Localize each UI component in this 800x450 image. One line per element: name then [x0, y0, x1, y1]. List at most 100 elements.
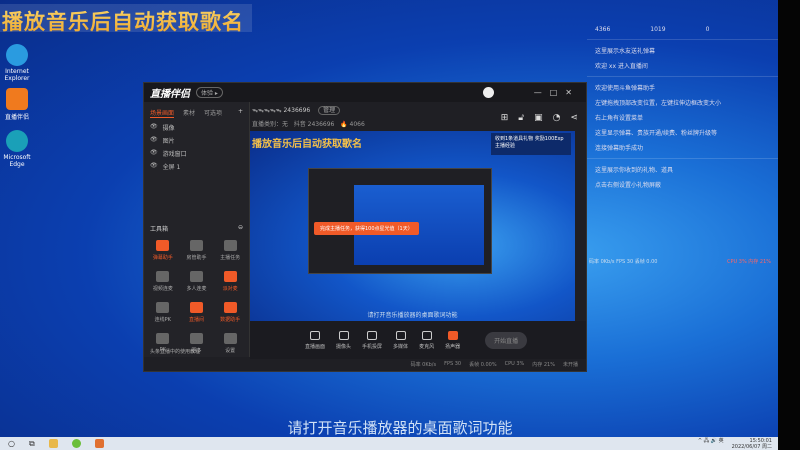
gift-notice: 收到1条道具礼物 奖励100Exp 主播经验: [491, 133, 571, 155]
right-status-left: 码率 0Kb/s FPS 30 丢帧 0.00: [589, 259, 658, 265]
bottom-label: 扬声器: [445, 343, 461, 350]
task-toast: 完成主播任务，获得100点星光值（1天）: [314, 222, 419, 235]
gifts-count: 1019: [650, 26, 666, 33]
live-app-taskbar-icon[interactable]: [94, 439, 104, 448]
tool-item[interactable]: 视频连麦: [146, 271, 180, 292]
scene-item[interactable]: 👁 摄像: [144, 121, 249, 134]
app-logo: 直播伴侣: [150, 89, 190, 100]
more-icon[interactable]: ⊖: [238, 224, 243, 233]
clock-date[interactable]: 2022/06/07 周二: [732, 444, 772, 450]
bell-icon[interactable]: ◔: [553, 113, 561, 123]
tool-item[interactable]: 主播任务: [213, 240, 247, 261]
search-icon[interactable]: ○: [8, 439, 15, 448]
status-item: 内存 21%: [532, 362, 555, 368]
layout-icon[interactable]: ▣: [534, 113, 543, 123]
tool-icon: [223, 302, 237, 313]
tool-icon: [223, 271, 237, 282]
start-live-button[interactable]: 开始直播: [485, 331, 528, 349]
top-right-tools: ⊞ 🔓︎ ▣ ◔ ⋖: [501, 113, 578, 123]
tool-item[interactable]: 数据助手: [213, 302, 247, 323]
eye-icon[interactable]: 👁: [150, 123, 158, 132]
tool-item[interactable]: 派对麦: [213, 271, 247, 292]
bottom-label: 麦克风: [419, 343, 435, 350]
scene-item[interactable]: 👁 游戏窗口: [144, 147, 249, 160]
black-edge: [778, 0, 800, 450]
scene-item[interactable]: 👁 图片: [144, 134, 249, 147]
avatar[interactable]: [482, 87, 494, 98]
danmu-message: 连接弹幕助手成功: [595, 145, 644, 152]
tool-item[interactable]: 多人连麦: [180, 271, 214, 292]
source-icon: [310, 330, 320, 340]
scene-label: 全屏 1: [162, 164, 181, 171]
bottom-button[interactable]: 麦克风: [419, 330, 435, 350]
status-bar: 码率 0Kb/s FPS 30 丢帧 0.00% CPU 3% 内存 21% 未开播: [250, 357, 586, 371]
tool-icon: [189, 302, 203, 313]
tool-icon: [223, 333, 237, 344]
scene-item[interactable]: 👁 全屏 1: [144, 160, 249, 173]
bottom-button[interactable]: 手机投屏: [362, 330, 383, 350]
share-icon[interactable]: ⋖: [570, 113, 578, 123]
tool-icon: [156, 240, 170, 251]
tab-scenes[interactable]: 场景画面: [150, 108, 175, 118]
scene-label: 摄像: [162, 125, 175, 132]
status-item: 未开播: [562, 362, 578, 368]
category-button[interactable]: 直播类别：无: [252, 121, 288, 128]
danmu-message: 左键拖拽顶部改变位置，左键拉伸边框改变大小: [595, 100, 722, 107]
tab-options[interactable]: 可选项: [204, 108, 222, 118]
status-item: FPS 30: [444, 361, 462, 367]
source-icon: [367, 330, 378, 340]
ie-icon: [6, 44, 28, 66]
icon-label: Internet Explorer: [4, 68, 30, 82]
gift-icon[interactable]: ⊞: [501, 113, 509, 123]
icon-label: Microsoft Edge: [3, 154, 31, 168]
scene-label: 图片: [162, 138, 175, 145]
eye-icon[interactable]: 👁: [150, 149, 158, 158]
bottom-button[interactable]: 扬声器: [445, 330, 461, 350]
taskbar: ○ ⧉ ^ 🖧 🔊 英 15:50:01 2022/06/07 周二: [0, 437, 778, 450]
desktop-icon-ie[interactable]: Internet Explorer: [0, 44, 34, 82]
desktop: 播放音乐后自动获取歌名 Internet Explorer 直播伴侣 Micro…: [0, 0, 778, 437]
tool-item[interactable]: 房管助手: [180, 240, 214, 261]
right-status: 码率 0Kb/s FPS 30 丢帧 0.00 CPU 3% 内存 21%: [585, 258, 775, 265]
maximize-button[interactable]: □: [550, 88, 566, 97]
desktop-icon-edge[interactable]: Microsoft Edge: [0, 130, 34, 168]
system-tray: ^ 🖧 🔊 英 15:50:01 2022/06/07 周二: [698, 438, 772, 450]
bottom-button[interactable]: 摄像头: [336, 330, 351, 350]
tool-icon: [189, 240, 203, 251]
tray-icons[interactable]: ^ 🖧 🔊 英: [698, 438, 724, 444]
desktop-icon-live[interactable]: 直播伴侣: [0, 88, 34, 121]
tab-materials[interactable]: 素材: [183, 108, 195, 118]
manage-badge[interactable]: 管理: [318, 106, 341, 115]
minimize-button[interactable]: —: [534, 88, 550, 97]
task-view-icon[interactable]: ⧉: [29, 439, 35, 449]
eye-icon[interactable]: 👁: [150, 162, 158, 171]
tool-label: 视频连麦: [152, 286, 173, 292]
eye-icon[interactable]: 👁: [150, 136, 158, 145]
tool-item[interactable]: 连线PK: [146, 302, 180, 323]
tool-item[interactable]: 直播间: [180, 302, 214, 323]
right-status-right: CPU 3% 内存 21%: [727, 259, 771, 265]
source-icon: [395, 330, 406, 340]
close-button[interactable]: ✕: [565, 88, 580, 97]
tool-item[interactable]: 弹幕助手: [146, 240, 180, 261]
bottom-label: 手机投屏: [362, 343, 383, 350]
edge-icon: [6, 130, 28, 152]
window-controls[interactable]: —□✕: [534, 88, 580, 97]
bottom-button[interactable]: 多媒体: [393, 330, 408, 350]
live-app-icon: [6, 88, 28, 110]
room-info: ᯓᯓᯓᯓᯓ 2436696 管理 直播类别：无 抖音 2436696 🔥 406…: [252, 105, 365, 128]
version-badge[interactable]: 体验 ▸: [196, 87, 223, 98]
add-scene-button[interactable]: +: [238, 108, 243, 118]
lock-icon[interactable]: 🔓︎: [518, 113, 524, 123]
file-explorer-icon[interactable]: [48, 439, 58, 448]
speaker-icon: [447, 330, 458, 340]
tool-label: 房管助手: [186, 255, 207, 261]
tutorial-link[interactable]: 头条直播中的使用教程: [144, 345, 249, 357]
tool-label: 多人连麦: [186, 286, 207, 292]
nested-preview: [308, 168, 492, 274]
source-icon: [338, 330, 349, 340]
stream-preview[interactable]: 播放音乐后自动获取歌名 收到1条道具礼物 奖励100Exp 主播经验 完成主播任…: [250, 131, 575, 321]
scene-label: 游戏窗口: [162, 151, 187, 158]
bottom-button[interactable]: 直播画面: [305, 330, 325, 350]
app-icon[interactable]: [71, 439, 81, 448]
